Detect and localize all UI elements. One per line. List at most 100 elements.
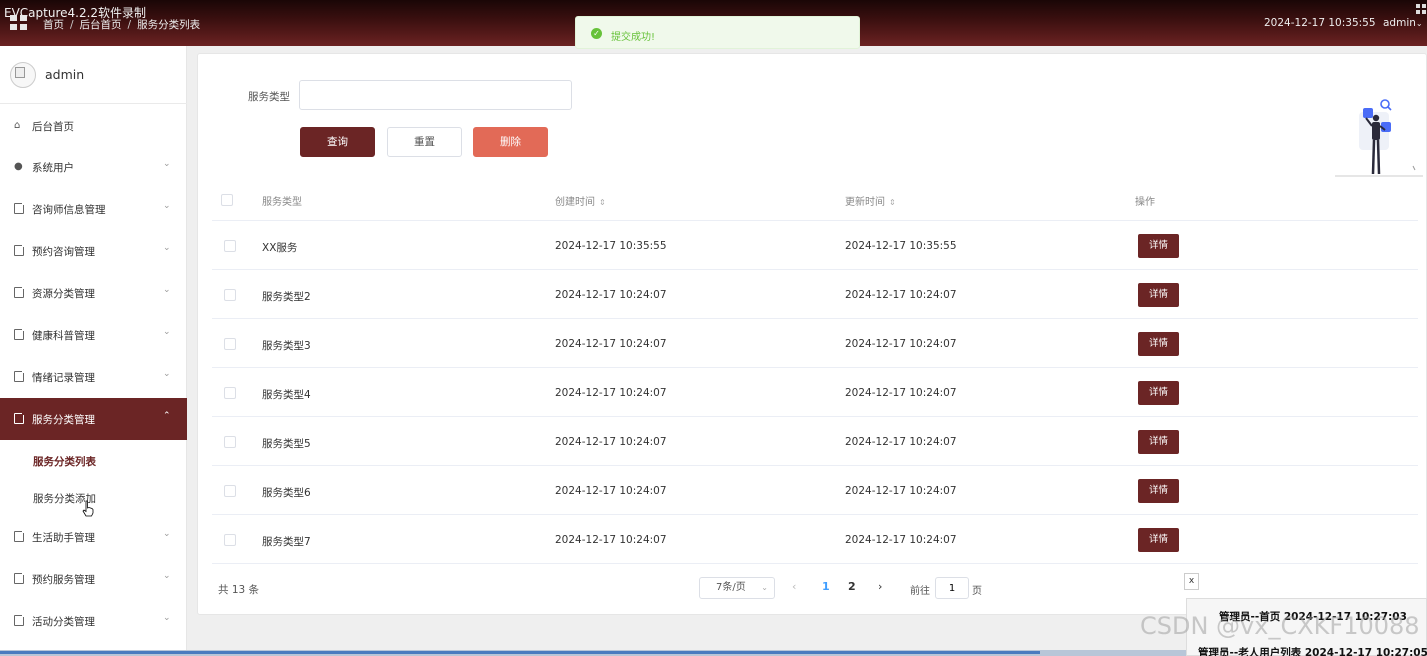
table-row: 服务类型3 2024-12-17 10:24:07 2024-12-17 10:… [212, 319, 1418, 368]
scroll-thumb[interactable] [0, 651, 1040, 654]
chevron-up-icon: ⌃ [163, 411, 171, 421]
sidebar-item-mood-records[interactable]: 情绪记录管理 ⌄ [0, 356, 187, 398]
table-row: 服务类型2 2024-12-17 10:24:07 2024-12-17 10:… [212, 270, 1418, 319]
cell-updated: 2024-12-17 10:35:55 [845, 240, 957, 252]
sort-icon[interactable]: ⇕ [889, 198, 896, 207]
delete-button[interactable]: 删除 [473, 127, 548, 157]
sidebar-item-counselors[interactable]: 咨询师信息管理 ⌄ [0, 188, 187, 230]
cell-updated: 2024-12-17 10:24:07 [845, 436, 957, 448]
detail-button[interactable]: 详情 [1138, 234, 1179, 258]
cell-service-type: XX服务 [262, 242, 298, 254]
row-checkbox[interactable] [224, 387, 236, 399]
sort-icon[interactable]: ⇕ [599, 198, 606, 207]
goto-page-input[interactable] [935, 577, 969, 599]
header-user-name: admin [1383, 17, 1416, 29]
service-type-search-input[interactable] [299, 80, 572, 110]
table-row: 服务类型5 2024-12-17 10:24:07 2024-12-17 10:… [212, 417, 1418, 466]
home-icon: ⌂ [14, 120, 21, 131]
sidebar-user: admin [0, 46, 187, 104]
sidebar-item-label: 服务分类管理 [32, 414, 95, 426]
chevron-down-icon: ⌄ [761, 583, 768, 592]
sidebar-item-appointments[interactable]: 预约咨询管理 ⌄ [0, 230, 187, 272]
row-checkbox[interactable] [224, 534, 236, 546]
csdn-watermark: CSDN @vx_CXKF10088 [1140, 612, 1420, 640]
sidebar: admin ⌂ 后台首页 ● 系统用户 ⌄ 咨询师信息管理 ⌄ 预约咨询管理 ⌄… [0, 46, 187, 656]
column-header-created[interactable]: 创建时间 ⇕ [555, 193, 606, 208]
success-toast: ✓ 提交成功! [575, 16, 860, 49]
content-panel: 服务类型 查询 重置 删除 服务类型 创建时间 ⇕ 更新时间 ⇕ 操作 XX服务 2… [197, 53, 1427, 615]
chevron-down-icon: ⌄ [163, 369, 171, 379]
doc-icon [14, 202, 25, 214]
search-label: 服务类型 [248, 91, 290, 103]
cell-service-type: 服务类型4 [262, 389, 311, 401]
column-header-actions: 操作 [1135, 197, 1155, 208]
close-notification-button[interactable]: x [1184, 573, 1199, 590]
next-page-icon[interactable]: › [878, 580, 882, 593]
chevron-down-icon: ⌄ [163, 201, 171, 211]
breadcrumb-current: 服务分类列表 [137, 19, 201, 31]
sidebar-subitem-service-category-list[interactable]: 服务分类列表 [0, 442, 187, 480]
sidebar-item-life-assistant[interactable]: 生活助手管理 ⌄ [0, 516, 187, 558]
cell-service-type: 服务类型2 [262, 291, 311, 303]
chevron-down-icon: ⌄ [1415, 19, 1423, 28]
sidebar-item-activity-categories[interactable]: 活动分类管理 ⌄ [0, 600, 187, 642]
sidebar-item-label: 咨询师信息管理 [32, 204, 106, 216]
row-checkbox[interactable] [224, 436, 236, 448]
menu-grid-icon[interactable] [10, 15, 28, 31]
doc-icon [14, 572, 25, 584]
sidebar-item-system-users[interactable]: ● 系统用户 ⌄ [0, 146, 187, 188]
sidebar-item-health-articles[interactable]: 健康科普管理 ⌄ [0, 314, 187, 356]
detail-button[interactable]: 详情 [1138, 381, 1179, 405]
sidebar-item-label: 预约服务管理 [32, 574, 95, 586]
row-checkbox[interactable] [224, 240, 236, 252]
breadcrumb-home[interactable]: 首页 [43, 19, 64, 31]
prev-page-icon[interactable]: ‹ [792, 580, 796, 593]
column-header-label: 创建时间 [555, 197, 595, 208]
search-illustration [1335, 99, 1423, 177]
cell-created: 2024-12-17 10:24:07 [555, 436, 667, 448]
breadcrumb-dashboard[interactable]: 后台首页 [80, 19, 122, 31]
detail-button[interactable]: 详情 [1138, 528, 1179, 552]
goto-prefix: 前往 [910, 586, 930, 597]
cell-updated: 2024-12-17 10:24:07 [845, 338, 957, 350]
header-datetime: 2024-12-17 10:35:55 [1264, 17, 1376, 29]
column-header-updated[interactable]: 更新时间 ⇕ [845, 193, 896, 208]
cell-updated: 2024-12-17 10:24:07 [845, 289, 957, 301]
cell-service-type: 服务类型7 [262, 536, 311, 548]
detail-button[interactable]: 详情 [1138, 479, 1179, 503]
detail-button[interactable]: 详情 [1138, 283, 1179, 307]
page-size-select[interactable]: 7条/页 ⌄ [699, 577, 775, 599]
toast-message: 提交成功! [611, 32, 656, 43]
reset-button[interactable]: 重置 [387, 127, 462, 157]
row-checkbox[interactable] [224, 338, 236, 350]
hand-cursor-icon [82, 500, 94, 517]
sidebar-item-label: 后台首页 [32, 121, 74, 133]
cell-created: 2024-12-17 10:24:07 [555, 387, 667, 399]
table-header: 服务类型 创建时间 ⇕ 更新时间 ⇕ 操作 [212, 179, 1418, 221]
sidebar-item-resource-categories[interactable]: 资源分类管理 ⌄ [0, 272, 187, 314]
query-button[interactable]: 查询 [300, 127, 375, 157]
doc-icon [14, 328, 25, 340]
table-row: XX服务 2024-12-17 10:35:55 2024-12-17 10:3… [212, 221, 1418, 270]
select-all-checkbox[interactable] [221, 194, 233, 206]
page-number-2[interactable]: 2 [848, 580, 856, 593]
sidebar-item-label: 系统用户 [32, 162, 74, 174]
detail-button[interactable]: 详情 [1138, 430, 1179, 454]
chevron-down-icon: ⌄ [163, 159, 171, 169]
row-checkbox[interactable] [224, 485, 236, 497]
pagination-total: 共 13 条 [218, 584, 260, 596]
page-number-1[interactable]: 1 [822, 580, 830, 593]
sidebar-item-label: 生活助手管理 [32, 532, 95, 544]
header-user-menu[interactable]: admin⌄ [1383, 17, 1423, 29]
chevron-down-icon: ⌄ [163, 243, 171, 253]
chevron-down-icon: ⌄ [163, 285, 171, 295]
detail-button[interactable]: 详情 [1138, 332, 1179, 356]
page-size-value: 7条/页 [716, 582, 746, 593]
sidebar-item-service-bookings[interactable]: 预约服务管理 ⌄ [0, 558, 187, 600]
sidebar-item-dashboard[interactable]: ⌂ 后台首页 [0, 105, 187, 147]
sidebar-item-service-categories[interactable]: 服务分类管理 ⌃ [0, 398, 187, 440]
fullscreen-icon[interactable] [1416, 4, 1427, 15]
row-checkbox[interactable] [224, 289, 236, 301]
table-row: 服务类型7 2024-12-17 10:24:07 2024-12-17 10:… [212, 515, 1418, 564]
cell-created: 2024-12-17 10:24:07 [555, 534, 667, 546]
